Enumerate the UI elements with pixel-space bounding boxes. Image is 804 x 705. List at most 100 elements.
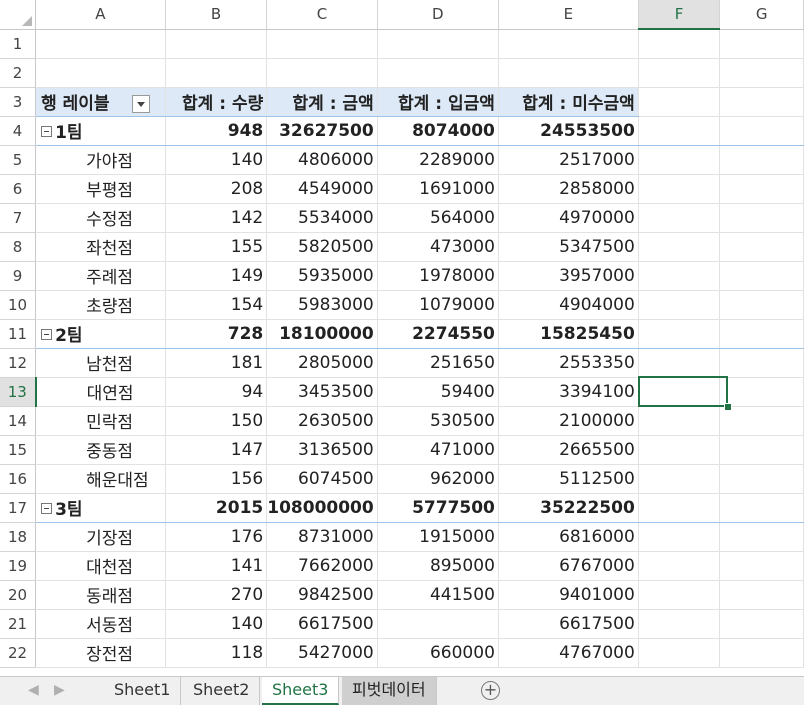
cell[interactable] [165, 58, 268, 88]
store-amount-cell[interactable]: 6617500 [266, 609, 378, 639]
store-qty-cell[interactable]: 176 [165, 522, 268, 552]
cell[interactable] [719, 464, 804, 494]
cell[interactable] [638, 348, 721, 378]
cell[interactable] [35, 29, 166, 59]
store-unpaid-cell[interactable]: 2665500 [498, 435, 639, 465]
cell[interactable] [719, 493, 804, 523]
team-unpaid-cell[interactable]: 35222500 [498, 493, 639, 523]
store-name-cell[interactable]: 서동점 [35, 609, 166, 639]
row-header[interactable]: 20 [0, 580, 37, 610]
cell[interactable] [719, 348, 804, 378]
pivot-header-unpaid[interactable]: 합계 : 미수금액 [498, 87, 639, 117]
store-name-cell[interactable]: 중동점 [35, 435, 166, 465]
row-header[interactable]: 22 [0, 638, 37, 668]
column-header-e[interactable]: E [498, 0, 639, 30]
row-header[interactable]: 14 [0, 406, 37, 436]
column-header-c[interactable]: C [266, 0, 378, 30]
next-sheet-icon[interactable]: ▶ [54, 682, 65, 698]
store-unpaid-cell[interactable]: 2858000 [498, 174, 639, 204]
store-name-cell[interactable]: 장전점 [35, 638, 166, 668]
store-unpaid-cell[interactable]: 3394100 [498, 377, 639, 407]
cell[interactable] [638, 232, 721, 262]
store-name-cell[interactable]: 민락점 [35, 406, 166, 436]
store-qty-cell[interactable]: 181 [165, 348, 268, 378]
store-paid-cell[interactable]: 59400 [377, 377, 499, 407]
store-qty-cell[interactable]: 155 [165, 232, 268, 262]
cell[interactable] [638, 145, 721, 175]
store-paid-cell[interactable]: 564000 [377, 203, 499, 233]
store-paid-cell[interactable]: 2289000 [377, 145, 499, 175]
cell[interactable] [719, 319, 804, 349]
store-unpaid-cell[interactable]: 9401000 [498, 580, 639, 610]
store-amount-cell[interactable]: 5534000 [266, 203, 378, 233]
team-qty-cell[interactable]: 728 [165, 319, 268, 349]
store-amount-cell[interactable]: 7662000 [266, 551, 378, 581]
team-unpaid-cell[interactable]: 24553500 [498, 116, 639, 146]
row-header[interactable]: 11 [0, 319, 37, 349]
store-qty-cell[interactable]: 140 [165, 609, 268, 639]
row-header[interactable]: 7 [0, 203, 37, 233]
row-header[interactable]: 3 [0, 87, 37, 117]
store-amount-cell[interactable]: 2805000 [266, 348, 378, 378]
store-name-cell[interactable]: 초량점 [35, 290, 166, 320]
cell[interactable] [719, 58, 804, 88]
pivot-header-qty[interactable]: 합계 : 수량 [165, 87, 268, 117]
store-unpaid-cell[interactable]: 5347500 [498, 232, 639, 262]
team-paid-cell[interactable]: 2274550 [377, 319, 499, 349]
cell[interactable] [638, 29, 721, 59]
cell[interactable] [719, 29, 804, 59]
store-qty-cell[interactable]: 140 [165, 145, 268, 175]
store-unpaid-cell[interactable]: 5112500 [498, 464, 639, 494]
collapse-toggle-icon[interactable] [41, 503, 53, 514]
cell[interactable] [638, 261, 721, 291]
store-qty-cell[interactable]: 142 [165, 203, 268, 233]
team-row-label[interactable]: 1팀 [35, 116, 166, 146]
team-unpaid-cell[interactable]: 15825450 [498, 319, 639, 349]
store-qty-cell[interactable]: 154 [165, 290, 268, 320]
store-paid-cell[interactable]: 1079000 [377, 290, 499, 320]
store-paid-cell[interactable]: 530500 [377, 406, 499, 436]
store-name-cell[interactable]: 해운대점 [35, 464, 166, 494]
column-header-g[interactable]: G [719, 0, 804, 30]
store-amount-cell[interactable]: 4549000 [266, 174, 378, 204]
row-header[interactable]: 21 [0, 609, 37, 639]
cell[interactable] [638, 58, 721, 88]
cell[interactable] [719, 522, 804, 552]
store-unpaid-cell[interactable]: 4767000 [498, 638, 639, 668]
row-header[interactable]: 9 [0, 261, 37, 291]
row-header[interactable]: 13 [0, 377, 37, 407]
store-amount-cell[interactable]: 5820500 [266, 232, 378, 262]
cell[interactable] [638, 580, 721, 610]
collapse-toggle-icon[interactable] [41, 126, 53, 137]
store-qty-cell[interactable]: 156 [165, 464, 268, 494]
team-amount-cell[interactable]: 32627500 [266, 116, 378, 146]
cell[interactable] [719, 406, 804, 436]
team-amount-cell[interactable]: 108000000 [266, 493, 378, 523]
cell[interactable] [719, 116, 804, 146]
pivot-header-paid[interactable]: 합계 : 입금액 [377, 87, 499, 117]
row-header[interactable]: 5 [0, 145, 37, 175]
select-all-corner[interactable] [0, 0, 37, 30]
store-name-cell[interactable]: 남천점 [35, 348, 166, 378]
column-header-f[interactable]: F [638, 0, 721, 30]
store-unpaid-cell[interactable]: 6617500 [498, 609, 639, 639]
cell[interactable] [638, 609, 721, 639]
pivot-header-amount[interactable]: 합계 : 금액 [266, 87, 378, 117]
store-paid-cell[interactable]: 473000 [377, 232, 499, 262]
cell[interactable] [719, 551, 804, 581]
cell[interactable] [719, 377, 804, 407]
store-amount-cell[interactable]: 6074500 [266, 464, 378, 494]
cell[interactable] [35, 58, 166, 88]
cell[interactable] [719, 261, 804, 291]
collapse-toggle-icon[interactable] [41, 329, 53, 340]
cell[interactable] [638, 493, 721, 523]
store-name-cell[interactable]: 대천점 [35, 551, 166, 581]
store-amount-cell[interactable]: 9842500 [266, 580, 378, 610]
sheet-tab[interactable]: Sheet3 [262, 677, 340, 705]
cell[interactable] [638, 203, 721, 233]
store-amount-cell[interactable]: 3453500 [266, 377, 378, 407]
store-name-cell[interactable]: 가야점 [35, 145, 166, 175]
store-paid-cell[interactable]: 441500 [377, 580, 499, 610]
cell[interactable] [498, 58, 639, 88]
store-paid-cell[interactable] [377, 609, 499, 639]
